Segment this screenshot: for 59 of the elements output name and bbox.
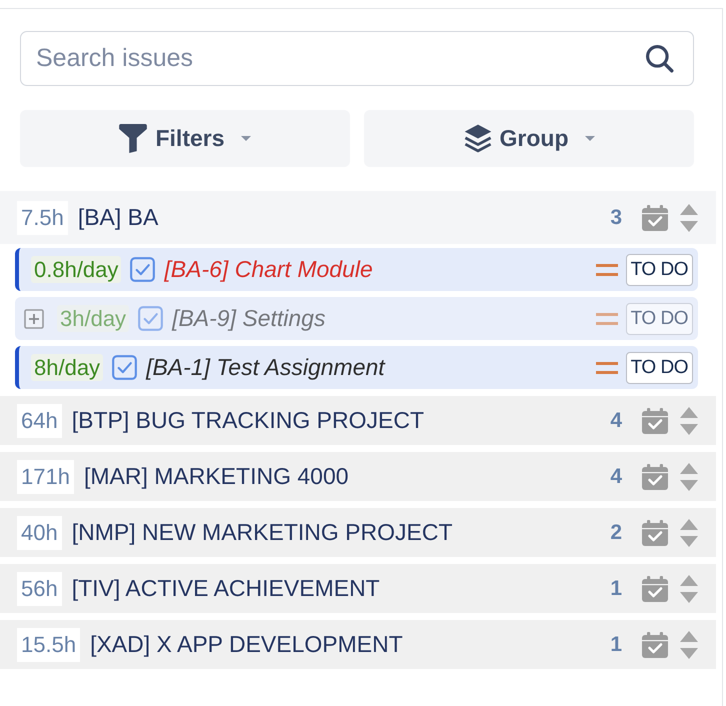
search-field[interactable]: Search issues — [20, 31, 694, 86]
issue-count: 1 — [610, 576, 622, 600]
project-group-header[interactable]: 64h [BTP] BUG TRACKING PROJECT 4 — [0, 396, 716, 445]
status-button[interactable]: TO DO — [626, 302, 693, 334]
project-title: [BTP] BUG TRACKING PROJECT — [72, 407, 426, 434]
issue-count: 2 — [610, 520, 622, 544]
calendar-check-icon — [642, 576, 668, 602]
calendar-check-icon — [642, 464, 668, 490]
project-group-header[interactable]: 7.5h [BA] BA 3 — [0, 191, 716, 244]
issue-count: 4 — [610, 408, 622, 432]
daily-rate: 8h/day — [31, 354, 104, 381]
status-button[interactable]: TO DO — [626, 352, 693, 384]
sort-arrows-icon — [680, 518, 698, 546]
project-group-header[interactable]: 40h [NMP] NEW MARKETING PROJECT 2 — [0, 508, 716, 557]
status-button[interactable]: TO DO — [626, 254, 693, 286]
issue-count: 3 — [610, 206, 622, 230]
project-group-header[interactable]: 171h [MAR] MARKETING 4000 4 — [0, 452, 716, 501]
issue-row[interactable]: 8h/day [BA-1] Test Assignment TO DO — [15, 346, 698, 389]
layers-icon — [464, 124, 492, 153]
issue-row[interactable]: 3h/day [BA-9] Settings TO DO — [15, 297, 698, 340]
time-estimate: 56h — [17, 572, 62, 606]
sort-arrows-icon — [680, 462, 698, 490]
daily-rate: 0.8h/day — [31, 256, 122, 283]
issue-title[interactable]: [BA-1] Test Assignment — [146, 354, 596, 381]
calendar-check-icon — [642, 520, 668, 546]
priority-lines-icon — [596, 264, 618, 276]
issue-row[interactable]: 0.8h/day [BA-6] Chart Module TO DO — [15, 248, 698, 291]
daily-rate: 3h/day — [57, 305, 130, 332]
time-estimate: 171h — [17, 460, 74, 494]
time-estimate: 7.5h — [17, 200, 68, 234]
time-estimate: 40h — [17, 516, 62, 550]
project-group-header[interactable]: 15.5h [XAD] X APP DEVELOPMENT 1 — [0, 620, 716, 669]
calendar-check-icon — [642, 204, 668, 230]
sort-arrows-icon — [680, 406, 698, 434]
project-title: [XAD] X APP DEVELOPMENT — [90, 631, 404, 658]
issue-title[interactable]: [BA-6] Chart Module — [164, 256, 596, 283]
sort-arrows-icon — [680, 204, 698, 232]
project-title: [TIV] ACTIVE ACHIEVEMENT — [72, 575, 381, 602]
project-title: [BA] BA — [78, 204, 160, 231]
funnel-icon — [119, 124, 148, 153]
project-title: [NMP] NEW MARKETING PROJECT — [72, 519, 454, 546]
issue-title[interactable]: [BA-9] Settings — [172, 305, 596, 332]
calendar-check-icon — [642, 408, 668, 434]
caret-down-icon — [240, 136, 251, 141]
filter-button[interactable]: Filters — [20, 110, 350, 167]
priority-lines-icon — [596, 362, 618, 374]
sort-arrows-icon — [680, 574, 698, 602]
time-estimate: 64h — [17, 404, 62, 438]
priority-lines-icon — [596, 312, 618, 324]
time-estimate: 15.5h — [17, 628, 80, 662]
calendar-check-icon — [642, 632, 668, 658]
project-title: [MAR] MARKETING 4000 — [84, 463, 350, 490]
search-icon — [646, 45, 674, 73]
group-button[interactable]: Group — [364, 110, 694, 167]
issue-count: 4 — [610, 464, 622, 488]
sort-arrows-icon — [680, 630, 698, 658]
caret-down-icon — [584, 136, 594, 141]
issue-count: 1 — [610, 632, 622, 656]
project-group-header[interactable]: 56h [TIV] ACTIVE ACHIEVEMENT 1 — [0, 564, 716, 613]
